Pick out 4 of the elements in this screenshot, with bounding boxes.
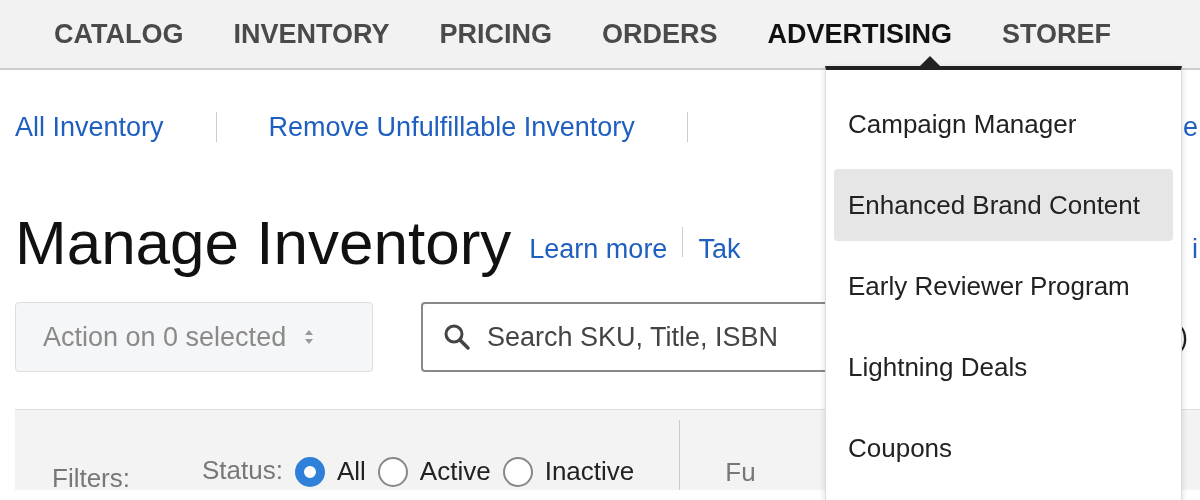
status-label: Status: [202,455,283,487]
filters-label: Filters: [52,463,130,494]
filter-label: Fu [725,457,756,489]
page-title: Manage Inventory [15,206,512,278]
